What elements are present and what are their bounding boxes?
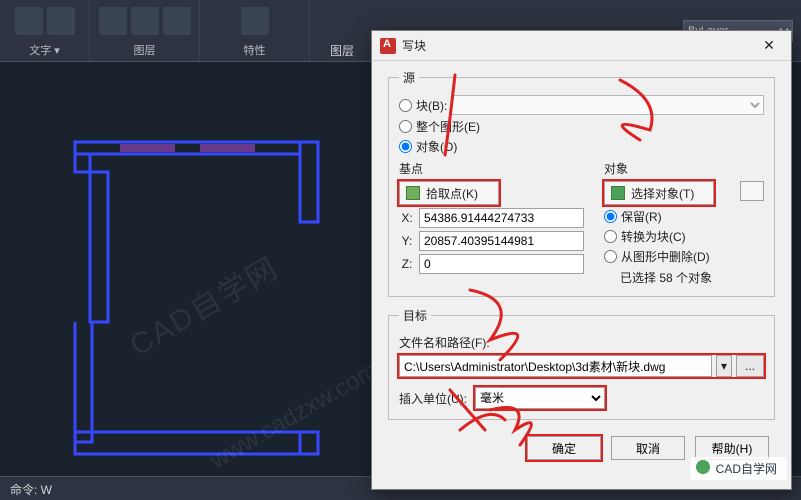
panel-tab-layer[interactable]: 图层 [330, 42, 354, 59]
ribbon-group-props: 特性 [200, 0, 310, 61]
dialog-titlebar: 写块 ✕ [372, 31, 791, 61]
quick-select-button[interactable] [740, 181, 764, 201]
group-label: 特性 [244, 42, 266, 58]
units-select[interactable]: 毫米 [475, 387, 605, 409]
ribbon-group-layer: 图层 [90, 0, 200, 61]
basepoint-legend: 基点 [399, 160, 584, 177]
match-props-icon[interactable] [241, 7, 269, 35]
wblock-dialog: 写块 ✕ 源 块(B): 整个图形(E) 对象(O) 基点 [371, 30, 792, 490]
basepoint-group: 基点 拾取点(K) X: Y: Z: [399, 158, 584, 286]
cancel-button[interactable]: 取消 [611, 436, 685, 460]
x-input[interactable] [419, 208, 584, 228]
ribbon-group-text: 文字 ▾ [0, 0, 90, 61]
autocad-logo-icon [380, 38, 396, 54]
dialog-title: 写块 [402, 37, 755, 54]
source-legend: 源 [399, 69, 419, 86]
selected-count: 已选择 58 个对象 [620, 269, 764, 286]
cmd-prompt: 命令: W [10, 483, 52, 497]
radio-retain[interactable] [604, 210, 617, 223]
table-icon[interactable] [47, 7, 75, 35]
pick-point-icon [406, 186, 420, 200]
target-legend: 目标 [399, 307, 431, 324]
units-label: 插入单位(U): [399, 390, 467, 407]
browse-button[interactable]: ... [736, 355, 764, 377]
block-select [451, 95, 764, 115]
radio-block[interactable] [399, 99, 412, 112]
radio-block-label: 块(B): [416, 97, 447, 114]
z-label: Z: [399, 257, 415, 271]
radio-entire-label: 整个图形(E) [416, 118, 480, 135]
select-objects-button[interactable]: 选择对象(T) [604, 181, 714, 205]
select-objects-icon [611, 186, 625, 200]
y-label: Y: [399, 234, 415, 248]
radio-convert[interactable] [604, 230, 617, 243]
radio-entire[interactable] [399, 120, 412, 133]
source-badge: CAD自学网 [690, 457, 787, 480]
close-icon[interactable]: ✕ [755, 37, 783, 54]
pick-point-button[interactable]: 拾取点(K) [399, 181, 499, 205]
group-label: 图层 [134, 42, 156, 58]
path-input[interactable] [399, 355, 712, 377]
target-fieldset: 目标 文件名和路径(F): ▾ ... 插入单位(U): 毫米 [388, 307, 775, 420]
y-input[interactable] [419, 231, 584, 251]
text-icon[interactable] [15, 7, 43, 35]
group-label: 文字 ▾ [29, 42, 60, 58]
objects-group: 对象 选择对象(T) 保留(R) 转换为块(C) 从图形中删除(D) 已选择 5… [604, 158, 764, 286]
radio-objects-label: 对象(O) [416, 138, 457, 155]
layer-freeze-icon[interactable] [163, 7, 191, 35]
ok-button[interactable]: 确定 [527, 436, 601, 460]
layer-props-icon[interactable] [99, 7, 127, 35]
objects-legend: 对象 [604, 160, 764, 177]
path-label: 文件名和路径(F): [399, 334, 764, 351]
radio-objects[interactable] [399, 140, 412, 153]
layer-off-icon[interactable] [131, 7, 159, 35]
source-fieldset: 源 块(B): 整个图形(E) 对象(O) 基点 拾取点(K) [388, 69, 775, 297]
path-dropdown-icon[interactable]: ▾ [716, 355, 732, 377]
x-label: X: [399, 211, 415, 225]
z-input[interactable] [419, 254, 584, 274]
radio-delete[interactable] [604, 250, 617, 263]
